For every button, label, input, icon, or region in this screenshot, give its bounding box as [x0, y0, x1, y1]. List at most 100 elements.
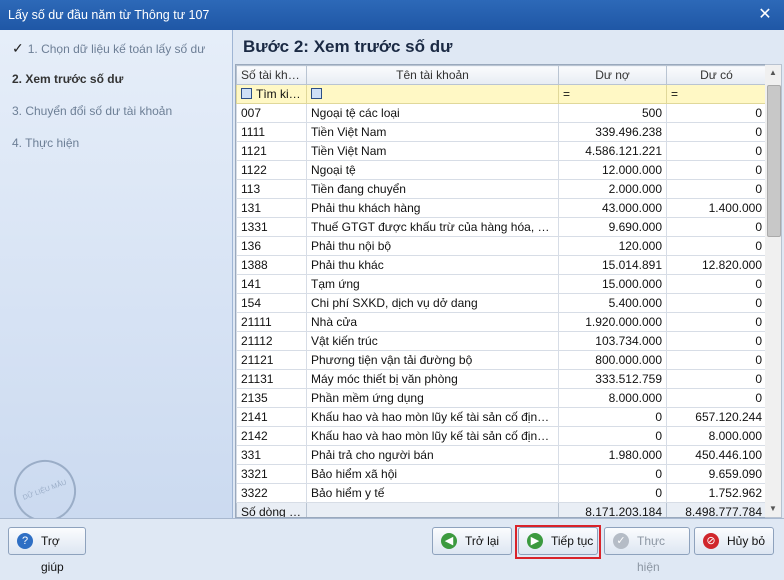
credit-cell[interactable]: 0	[666, 369, 766, 389]
debit-cell[interactable]: 0	[558, 426, 667, 446]
filter-account-no[interactable]: Tìm kiếm	[236, 84, 307, 104]
debit-cell[interactable]: 120.000	[558, 236, 667, 256]
credit-cell[interactable]: 0	[666, 217, 766, 237]
account-no-cell[interactable]: 2142	[236, 426, 307, 446]
account-name-cell[interactable]: Máy móc thiết bị văn phòng	[306, 369, 559, 389]
debit-cell[interactable]: 0	[558, 407, 667, 427]
debit-cell[interactable]: 2.000.000	[558, 179, 667, 199]
table-row[interactable]: 2142 Khấu hao và hao mòn lũy kế tài sản c…	[236, 426, 766, 446]
table-row[interactable]: 21121 Phương tiện vận tải đường bộ 800.000…	[236, 350, 766, 370]
credit-cell[interactable]: 0	[666, 103, 766, 123]
credit-cell[interactable]: 0	[666, 350, 766, 370]
credit-cell[interactable]: 8.000.000	[666, 426, 766, 446]
vertical-scrollbar[interactable]: ▲ ▼	[765, 64, 782, 518]
debit-cell[interactable]: 8.000.000	[558, 388, 667, 408]
account-name-cell[interactable]: Khấu hao và hao mòn lũy kế tài sản cố đị…	[306, 426, 559, 446]
account-no-cell[interactable]: 1122	[236, 160, 307, 180]
table-row[interactable]: 21112 Vật kiến trúc 103.734.000 0	[236, 331, 766, 351]
table-row[interactable]: 2135 Phần mềm ứng dụng 8.000.000 0	[236, 388, 766, 408]
account-no-cell[interactable]: 1121	[236, 141, 307, 161]
col-header-debit[interactable]: Dư nợ	[558, 65, 667, 85]
account-no-cell[interactable]: 113	[236, 179, 307, 199]
account-name-cell[interactable]: Thuế GTGT được khấu trừ của hàng hóa, dị…	[306, 217, 559, 237]
credit-cell[interactable]: 0	[666, 331, 766, 351]
account-name-cell[interactable]: Ngoại tệ các loại	[306, 103, 559, 123]
debit-cell[interactable]: 339.496.238	[558, 122, 667, 142]
account-no-cell[interactable]: 2135	[236, 388, 307, 408]
table-row[interactable]: 131 Phải thu khách hàng 43.000.000 1.400.00…	[236, 198, 766, 218]
table-row[interactable]: 113 Tiền đang chuyển 2.000.000 0	[236, 179, 766, 199]
step-2[interactable]: 2. Xem trước số dư	[12, 72, 123, 86]
table-row[interactable]: 136 Phải thu nội bộ 120.000 0	[236, 236, 766, 256]
account-name-cell[interactable]: Bảo hiểm xã hội	[306, 464, 559, 484]
credit-cell[interactable]: 0	[666, 122, 766, 142]
table-row[interactable]: 21131 Máy móc thiết bị văn phòng 333.512.7…	[236, 369, 766, 389]
credit-cell[interactable]: 0	[666, 160, 766, 180]
credit-cell[interactable]: 0	[666, 388, 766, 408]
account-no-cell[interactable]: 136	[236, 236, 307, 256]
filter-credit[interactable]: =	[666, 84, 766, 104]
account-no-cell[interactable]: 007	[236, 103, 307, 123]
account-no-cell[interactable]: 331	[236, 445, 307, 465]
account-name-cell[interactable]: Phải trả cho người bán	[306, 445, 559, 465]
account-name-cell[interactable]: Tiền đang chuyển	[306, 179, 559, 199]
filter-debit[interactable]: =	[558, 84, 667, 104]
account-name-cell[interactable]: Ngoại tệ	[306, 160, 559, 180]
debit-cell[interactable]: 1.920.000.000	[558, 312, 667, 332]
table-row[interactable]: 1122 Ngoại tệ 12.000.000 0	[236, 160, 766, 180]
debit-cell[interactable]: 333.512.759	[558, 369, 667, 389]
scroll-up-icon[interactable]: ▲	[765, 65, 781, 81]
table-row[interactable]: 007 Ngoại tệ các loại 500 0	[236, 103, 766, 123]
debit-cell[interactable]: 5.400.000	[558, 293, 667, 313]
credit-cell[interactable]: 657.120.244	[666, 407, 766, 427]
debit-cell[interactable]: 9.690.000	[558, 217, 667, 237]
col-header-account-name[interactable]: Tên tài khoản	[306, 65, 559, 85]
step-4[interactable]: 4. Thực hiện	[12, 136, 79, 150]
table-row[interactable]: 1111 Tiền Việt Nam 339.496.238 0	[236, 122, 766, 142]
credit-cell[interactable]: 0	[666, 312, 766, 332]
account-name-cell[interactable]: Phần mềm ứng dụng	[306, 388, 559, 408]
step-3[interactable]: 3. Chuyển đổi số dư tài khoản	[12, 104, 172, 118]
filter-checkbox-icon[interactable]	[311, 88, 322, 99]
account-no-cell[interactable]: 21111	[236, 312, 307, 332]
credit-cell[interactable]: 0	[666, 274, 766, 294]
back-button[interactable]: ◀ Trở lại	[432, 527, 512, 555]
account-no-cell[interactable]: 2141	[236, 407, 307, 427]
table-row[interactable]: 3322 Bảo hiểm y tế 0 1.752.962	[236, 483, 766, 503]
filter-checkbox-icon[interactable]	[241, 88, 252, 99]
account-name-cell[interactable]: Phải thu khách hàng	[306, 198, 559, 218]
help-button[interactable]: ? Trợ giúp	[8, 527, 86, 574]
debit-cell[interactable]: 1.980.000	[558, 445, 667, 465]
account-no-cell[interactable]: 1388	[236, 255, 307, 275]
account-name-cell[interactable]: Tạm ứng	[306, 274, 559, 294]
account-no-cell[interactable]: 21121	[236, 350, 307, 370]
credit-cell[interactable]: 0	[666, 293, 766, 313]
account-no-cell[interactable]: 1331	[236, 217, 307, 237]
debit-cell[interactable]: 0	[558, 464, 667, 484]
account-name-cell[interactable]: Tiền Việt Nam	[306, 141, 559, 161]
credit-cell[interactable]: 1.752.962	[666, 483, 766, 503]
debit-cell[interactable]: 43.000.000	[558, 198, 667, 218]
table-row[interactable]: 1388 Phải thu khác 15.014.891 12.820.000	[236, 255, 766, 275]
account-name-cell[interactable]: Vật kiến trúc	[306, 331, 559, 351]
account-name-cell[interactable]: Phương tiện vận tải đường bộ	[306, 350, 559, 370]
equals-operator[interactable]: =	[563, 87, 570, 101]
table-row[interactable]: 1121 Tiền Việt Nam 4.586.121.221 0	[236, 141, 766, 161]
account-name-cell[interactable]: Chi phí SXKD, dịch vụ dở dang	[306, 293, 559, 313]
cancel-button[interactable]: ⊘ Hủy bỏ	[694, 527, 774, 555]
credit-cell[interactable]: 12.820.000	[666, 255, 766, 275]
close-icon[interactable]: ✕	[754, 4, 776, 26]
account-no-cell[interactable]: 3322	[236, 483, 307, 503]
account-name-cell[interactable]: Phải thu khác	[306, 255, 559, 275]
credit-cell[interactable]: 0	[666, 179, 766, 199]
account-name-cell[interactable]: Phải thu nội bộ	[306, 236, 559, 256]
debit-cell[interactable]: 0	[558, 483, 667, 503]
scroll-down-icon[interactable]: ▼	[765, 501, 781, 517]
col-header-account-no[interactable]: Số tài khoản	[236, 65, 307, 85]
debit-cell[interactable]: 800.000.000	[558, 350, 667, 370]
filter-account-name[interactable]	[306, 84, 559, 104]
equals-operator[interactable]: =	[671, 87, 678, 101]
table-row[interactable]: 141 Tạm ứng 15.000.000 0	[236, 274, 766, 294]
table-row[interactable]: 331 Phải trả cho người bán 1.980.000 450.44…	[236, 445, 766, 465]
account-no-cell[interactable]: 3321	[236, 464, 307, 484]
